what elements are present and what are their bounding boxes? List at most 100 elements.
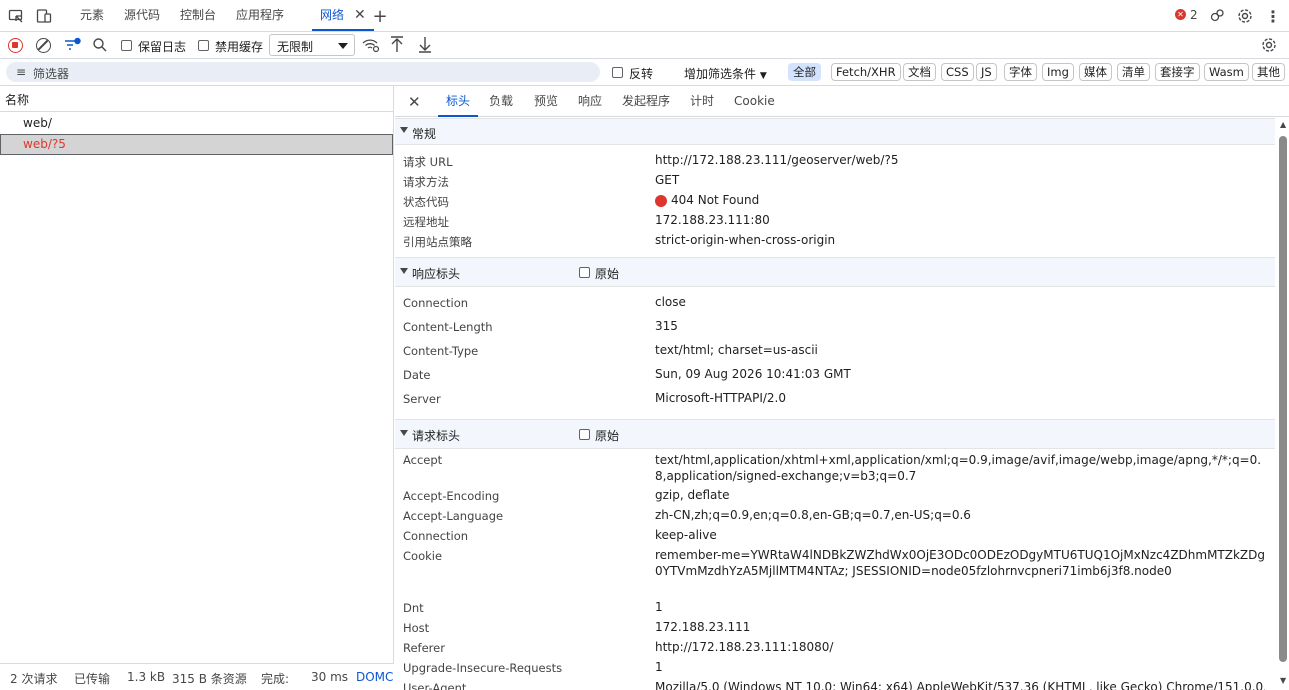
add-tab-icon[interactable]: + bbox=[371, 6, 389, 27]
tab-response[interactable]: 响应 bbox=[578, 86, 602, 117]
header-key: Server bbox=[403, 392, 441, 406]
tab-network-label: 网络 bbox=[320, 8, 345, 22]
header-key: Content-Type bbox=[403, 344, 479, 358]
header-key: Date bbox=[403, 368, 431, 382]
filter-type-manifest[interactable]: 清单 bbox=[1117, 63, 1150, 81]
tab-console[interactable]: 控制台 bbox=[180, 0, 216, 31]
tab-preview[interactable]: 预览 bbox=[534, 86, 558, 117]
tab-network[interactable]: 网络 ✕ bbox=[312, 0, 374, 31]
issues-icon[interactable] bbox=[1208, 7, 1226, 25]
tab-cookies[interactable]: Cookie bbox=[734, 86, 775, 117]
header-value: keep-alive bbox=[655, 528, 717, 542]
network-settings-icon[interactable] bbox=[1261, 37, 1277, 56]
header-value: Microsoft-HTTPAPI/2.0 bbox=[655, 391, 786, 405]
filter-lines-icon: ≡ bbox=[16, 65, 27, 79]
filter-type-font[interactable]: 字体 bbox=[1004, 63, 1037, 81]
finish-time: 30 ms bbox=[311, 670, 349, 684]
filter-bar: ≡ 筛选器 反转 增加筛选条件 ▼ 全部 Fetch/XHR 文档 CSS JS… bbox=[0, 59, 1289, 86]
close-detail-icon[interactable]: ✕ bbox=[408, 93, 421, 111]
raw-checkbox[interactable] bbox=[579, 267, 590, 278]
filter-type-doc[interactable]: 文档 bbox=[903, 63, 936, 81]
clear-icon[interactable] bbox=[36, 38, 51, 53]
more-filters-button[interactable]: 增加筛选条件 ▼ bbox=[684, 65, 767, 82]
more-options-icon[interactable]: ⋮ bbox=[1264, 7, 1282, 26]
header-key: 请求方法 bbox=[403, 175, 449, 189]
collapse-triangle-icon bbox=[400, 430, 408, 436]
detail-scrollbar[interactable]: ▲ ▼ bbox=[1277, 118, 1289, 690]
status-error-dot-icon bbox=[655, 195, 667, 207]
filter-type-css[interactable]: CSS bbox=[941, 63, 974, 81]
section-title: 响应标头 bbox=[412, 267, 461, 281]
tab-initiator[interactable]: 发起程序 bbox=[622, 86, 670, 117]
tab-timing[interactable]: 计时 bbox=[690, 86, 714, 117]
header-key: Dnt bbox=[403, 601, 424, 615]
tab-elements[interactable]: 元素 bbox=[80, 0, 104, 31]
collapse-triangle-icon bbox=[400, 268, 408, 274]
table-row[interactable]: web/ bbox=[0, 113, 393, 134]
header-key: 状态代码 bbox=[403, 195, 449, 209]
header-value: 1 bbox=[655, 660, 663, 674]
header-key: Cookie bbox=[403, 549, 443, 563]
network-conditions-icon[interactable] bbox=[362, 37, 380, 56]
filter-type-other[interactable]: 其他 bbox=[1252, 63, 1285, 81]
throttle-select[interactable]: 无限制 bbox=[269, 34, 355, 56]
list-header[interactable]: 名称 bbox=[0, 86, 393, 112]
header-value: zh-CN,zh;q=0.9,en;q=0.8,en-GB;q=0.7,en-U… bbox=[655, 508, 971, 522]
record-stop-icon[interactable] bbox=[8, 38, 23, 53]
throttle-value: 无限制 bbox=[277, 40, 314, 54]
close-tab-icon[interactable]: ✕ bbox=[354, 7, 366, 23]
export-har-icon[interactable] bbox=[418, 36, 432, 56]
preserve-log-checkbox[interactable] bbox=[121, 40, 132, 51]
header-key: Accept-Encoding bbox=[403, 489, 500, 503]
error-icon[interactable]: ✕ bbox=[1175, 9, 1186, 20]
filter-input[interactable]: ≡ 筛选器 bbox=[6, 62, 600, 82]
filter-type-img[interactable]: Img bbox=[1042, 63, 1074, 81]
filter-type-fetch-xhr[interactable]: Fetch/XHR bbox=[831, 63, 901, 81]
error-count[interactable]: 2 bbox=[1190, 8, 1198, 22]
scrollbar-thumb[interactable] bbox=[1279, 136, 1287, 662]
filter-type-js[interactable]: JS bbox=[976, 63, 997, 81]
scroll-down-icon[interactable]: ▼ bbox=[1280, 676, 1286, 685]
filter-type-media[interactable]: 媒体 bbox=[1079, 63, 1112, 81]
section-request-headers[interactable]: 请求标头 原始 bbox=[395, 419, 1275, 449]
chevron-down-icon bbox=[338, 43, 348, 49]
header-value: remember-me=YWRtaW4lNDBkZWZhdWx0OjE3ODc0… bbox=[655, 548, 1266, 578]
invert-checkbox[interactable] bbox=[612, 67, 623, 78]
inspect-element-icon[interactable] bbox=[7, 7, 25, 25]
filter-icon[interactable] bbox=[64, 37, 82, 56]
tab-headers[interactable]: 标头 bbox=[438, 86, 479, 117]
raw-checkbox[interactable] bbox=[579, 429, 590, 440]
header-key: 远程地址 bbox=[403, 215, 449, 229]
search-icon[interactable] bbox=[92, 37, 108, 56]
header-value: http://172.188.23.111/geoserver/web/?5 bbox=[655, 153, 899, 167]
dropdown-arrow-icon: ▼ bbox=[759, 71, 767, 81]
filter-type-wasm[interactable]: Wasm bbox=[1204, 63, 1249, 81]
section-general-header[interactable]: 常规 bbox=[395, 118, 1275, 145]
section-title: 请求标头 bbox=[412, 429, 461, 443]
filter-type-socket[interactable]: 套接字 bbox=[1155, 63, 1200, 81]
filter-placeholder: 筛选器 bbox=[33, 67, 70, 81]
dom-content-loaded: DOMC bbox=[356, 670, 394, 684]
settings-gear-icon[interactable] bbox=[1236, 7, 1254, 25]
import-har-icon[interactable] bbox=[390, 36, 404, 56]
header-key: Connection bbox=[403, 296, 469, 310]
section-response-headers[interactable]: 响应标头 原始 bbox=[395, 257, 1275, 287]
filter-type-all[interactable]: 全部 bbox=[788, 63, 821, 81]
device-toolbar-icon[interactable] bbox=[35, 7, 53, 25]
tab-payload[interactable]: 负载 bbox=[489, 86, 513, 117]
devtools-tabbar: 元素 源代码 控制台 应用程序 网络 ✕ + ✕ 2 ⋮ bbox=[0, 0, 1289, 32]
disable-cache-checkbox[interactable] bbox=[198, 40, 209, 51]
status-bar: 2 次请求 已传输 1.3 kB 315 B 条资源 完成: 30 ms DOM… bbox=[0, 663, 394, 690]
table-row-selected[interactable]: web/?5 bbox=[0, 134, 393, 155]
header-value: strict-origin-when-cross-origin bbox=[655, 233, 836, 247]
header-value: text/html,application/xhtml+xml,applicat… bbox=[655, 453, 1262, 483]
request-detail-pane: ✕ 标头 负载 预览 响应 发起程序 计时 Cookie 常规 请求 URL h… bbox=[395, 86, 1289, 690]
header-value: 1 bbox=[655, 600, 663, 614]
request-name: web/?5 bbox=[23, 137, 66, 151]
header-key: Accept-Language bbox=[403, 509, 504, 523]
scroll-up-icon[interactable]: ▲ bbox=[1280, 120, 1286, 129]
invert-label: 反转 bbox=[629, 67, 654, 81]
tab-application[interactable]: 应用程序 bbox=[236, 0, 284, 31]
tab-sources[interactable]: 源代码 bbox=[124, 0, 160, 31]
preserve-log-label: 保留日志 bbox=[138, 40, 187, 54]
